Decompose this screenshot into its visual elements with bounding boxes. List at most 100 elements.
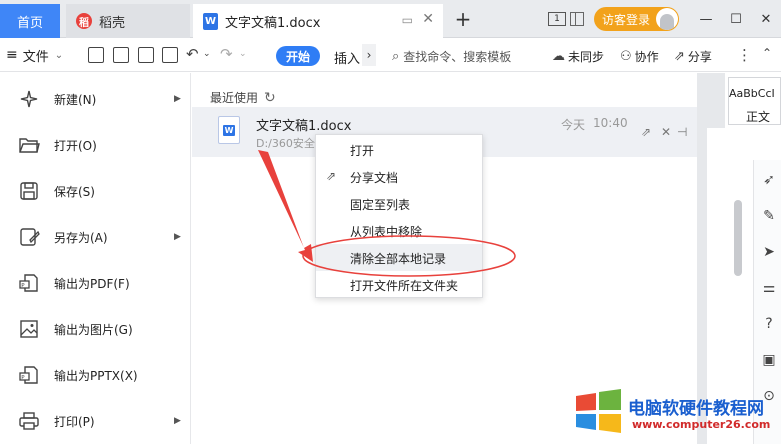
command-search-label: 查找命令、搜索模板	[403, 50, 512, 64]
help-icon[interactable]: ?	[760, 316, 778, 334]
more-tabs-icon[interactable]: ›	[362, 44, 376, 66]
submenu-arrow-icon: ▶	[174, 94, 181, 104]
file-backstage-menu: 新建(N) ▶ 打开(O) 保存(S) 另存为(A) ▶ P 输出为PDF(F)…	[0, 73, 191, 444]
context-menu: 打开 ⇗ 分享文档 固定至列表 从列表中移除 清除全部本地记录 打开文件所在文件…	[315, 134, 483, 298]
watermark-title: 电脑软硬件教程网	[628, 399, 764, 419]
recent-file-path: D:/360安全	[256, 137, 315, 150]
menu-save-label: 保存(S)	[54, 184, 95, 199]
ctx-open-folder[interactable]: 打开文件所在文件夹	[316, 271, 482, 298]
writer-doc-icon: W	[203, 12, 218, 30]
menu-save-as-label: 另存为(A)	[54, 230, 108, 245]
share-file-icon[interactable]: ⇗	[641, 125, 651, 139]
window-count-badge[interactable]: 1	[547, 12, 566, 26]
save-icon[interactable]	[88, 47, 104, 63]
menu-export-image[interactable]: 输出为图片(G)	[0, 306, 191, 352]
refresh-icon[interactable]: ↻	[264, 90, 276, 106]
vertical-scrollbar[interactable]	[734, 200, 742, 276]
menu-icon: ≡	[6, 47, 18, 63]
undo-icon[interactable]: ↶	[186, 45, 199, 63]
ctx-pin[interactable]: 固定至列表	[316, 190, 482, 217]
menu-open-label: 打开(O)	[54, 138, 97, 153]
menu-export-image-label: 输出为图片(G)	[54, 322, 133, 337]
monitor-icon[interactable]: ▭	[402, 13, 413, 27]
export-pdf-icon: P	[19, 274, 38, 292]
share-label: 分享	[687, 50, 712, 64]
ctx-clear-all-label: 清除全部本地记录	[350, 252, 447, 266]
menu-new[interactable]: 新建(N) ▶	[0, 76, 191, 122]
recent-file-time: 10:40	[593, 116, 628, 130]
print-preview-icon[interactable]	[162, 47, 178, 63]
add-tab-button[interactable]: +	[453, 8, 473, 30]
recent-title: 最近使用	[210, 91, 259, 105]
recent-file-day: 今天	[561, 118, 586, 132]
menu-open[interactable]: 打开(O)	[0, 122, 191, 168]
submenu-arrow-icon: ▶	[174, 232, 181, 242]
avatar-icon	[656, 8, 678, 30]
undo-dropdown-icon[interactable]: ⌄	[203, 49, 211, 59]
print-icon[interactable]	[138, 47, 154, 63]
style-normal[interactable]: AaBbCcI 正文	[728, 77, 781, 125]
site-watermark: 电脑软硬件教程网 www.computer26.com	[572, 386, 781, 444]
recent-header: 最近使用 ↻	[210, 89, 276, 106]
export-icon[interactable]	[113, 47, 129, 63]
watermark-url: www.computer26.com	[632, 418, 771, 431]
redo-dropdown-icon[interactable]: ⌄	[239, 49, 247, 59]
sync-status-label: 未同步	[568, 50, 605, 64]
remove-file-icon[interactable]: ✕	[661, 125, 671, 139]
title-bar: 首页 稻 稻壳 W 文字文稿1.docx ▭ ✕ + 1 访客登录 — ☐ ✕	[0, 0, 781, 38]
file-menu-button[interactable]: ≡ 文件 ⌄	[6, 45, 63, 65]
minimize-icon[interactable]: —	[691, 4, 721, 34]
menu-export-pptx[interactable]: P 输出为PPTX(X)	[0, 352, 191, 398]
ctx-open[interactable]: 打开	[316, 136, 482, 163]
save-disk-icon	[20, 182, 38, 200]
redo-icon[interactable]: ↷	[220, 45, 233, 63]
ctx-open-label: 打开	[350, 144, 375, 158]
collapse-ribbon-icon[interactable]: ⌃	[762, 46, 772, 60]
pin-icon[interactable]: ⊣	[677, 125, 687, 139]
settings-sliders-icon[interactable]: ⚌	[760, 280, 778, 298]
gallery-icon[interactable]: ▣	[760, 352, 778, 370]
menu-save[interactable]: 保存(S)	[0, 168, 191, 214]
new-file-icon	[20, 90, 38, 108]
tab-document-label: 文字文稿1.docx	[225, 15, 321, 31]
ctx-remove-label: 从列表中移除	[350, 225, 423, 239]
tab-insert[interactable]: 插入	[334, 48, 360, 67]
export-pptx-icon: P	[19, 366, 38, 384]
menu-export-pdf[interactable]: P 输出为PDF(F)	[0, 260, 191, 306]
menu-print[interactable]: 打印(P) ▶	[0, 398, 191, 444]
titlebar-right: 1 访客登录 — ☐ ✕	[547, 4, 781, 34]
doke-logo-icon: 稻	[76, 13, 92, 29]
share-icon: ⇗	[674, 49, 685, 64]
style-sample: AaBbCcI	[729, 87, 775, 100]
tab-doke[interactable]: 稻 稻壳	[66, 4, 190, 38]
recent-file-name: 文字文稿1.docx	[256, 119, 352, 134]
menu-export-pptx-label: 输出为PPTX(X)	[54, 368, 138, 383]
pen-icon[interactable]: ✎	[760, 208, 778, 226]
cursor-icon[interactable]: ➤	[760, 244, 778, 262]
ctx-remove[interactable]: 从列表中移除	[316, 217, 482, 244]
maximize-icon[interactable]: ☐	[721, 4, 751, 34]
close-tab-icon[interactable]: ✕	[422, 11, 434, 27]
tab-home[interactable]: 首页	[0, 4, 60, 38]
collaborate-label: 协作	[634, 50, 659, 64]
guest-login-button[interactable]: 访客登录	[593, 7, 679, 31]
windows-logo-icon	[576, 389, 621, 433]
chevron-down-icon: ⌄	[54, 49, 64, 61]
collaborate-button[interactable]: ⚇ 协作	[620, 48, 659, 65]
layout-icon[interactable]	[569, 12, 584, 26]
ctx-share[interactable]: ⇗ 分享文档	[316, 163, 482, 190]
tab-document[interactable]: W 文字文稿1.docx ▭ ✕	[193, 4, 443, 38]
ctx-open-folder-label: 打开文件所在文件夹	[350, 279, 459, 293]
close-window-icon[interactable]: ✕	[751, 4, 781, 34]
menu-print-label: 打印(P)	[54, 414, 95, 429]
tab-start[interactable]: 开始	[276, 46, 320, 66]
command-search[interactable]: ⌕ 查找命令、搜索模板	[392, 48, 511, 65]
search-icon: ⌕	[392, 49, 400, 64]
style-name: 正文	[746, 110, 771, 124]
menu-save-as[interactable]: 另存为(A) ▶	[0, 214, 191, 260]
more-options-icon[interactable]: ⋮	[737, 46, 752, 64]
rocket-icon[interactable]: ➶	[760, 172, 778, 190]
sync-status[interactable]: ☁ 未同步	[552, 48, 604, 65]
ctx-clear-all[interactable]: 清除全部本地记录	[316, 244, 482, 271]
share-button[interactable]: ⇗ 分享	[674, 48, 712, 65]
